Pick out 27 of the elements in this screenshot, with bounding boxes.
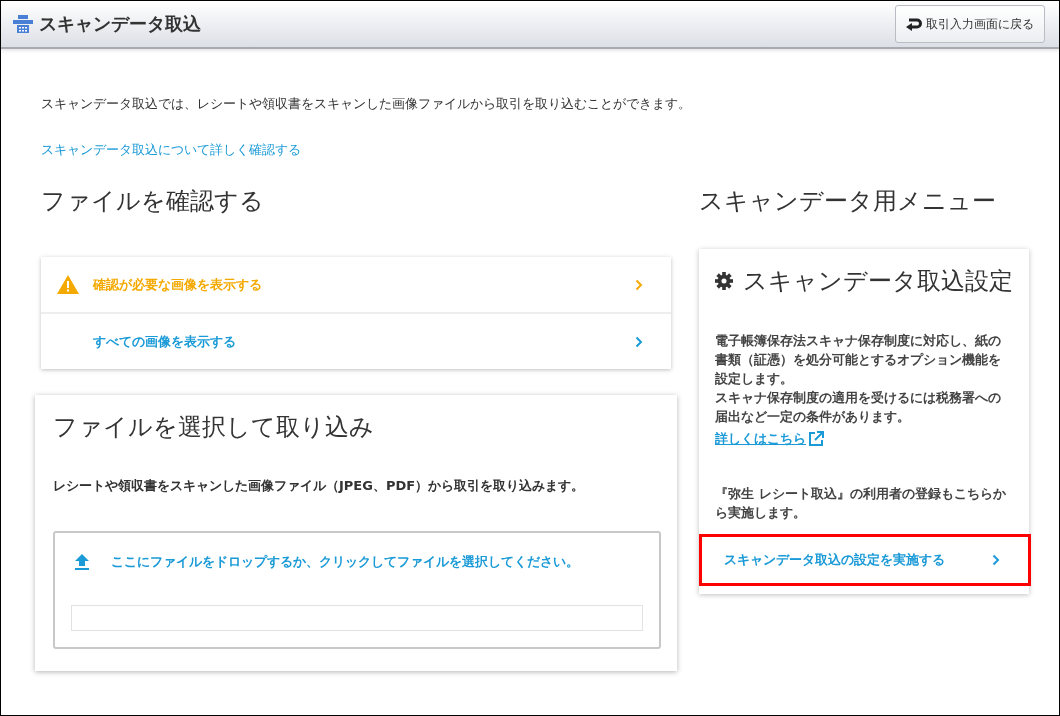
scanner-icon bbox=[13, 15, 33, 33]
page-title: スキャンデータ取込 bbox=[39, 12, 201, 36]
settings-action-link[interactable]: スキャンデータ取込の設定を実施する bbox=[699, 534, 1031, 586]
more-info-link[interactable]: 詳しくはこちら bbox=[715, 430, 824, 448]
list-item[interactable]: 確認が必要な画像を表示する bbox=[41, 257, 671, 312]
description-text: 電子帳簿保存法スキャナ保存制度に対応し、紙の書類（証憑）を処分可能とするオプション機能を設定します。 bbox=[714, 332, 1002, 388]
list-item[interactable]: すべての画像を表示する bbox=[41, 312, 671, 369]
settings-icon bbox=[715, 271, 733, 291]
upload-icon bbox=[75, 554, 89, 570]
card-title: スキャンデータ取込設定 bbox=[743, 266, 1013, 297]
warning-icon bbox=[57, 275, 79, 294]
card-heading: ファイルを選択して取り込み bbox=[53, 412, 375, 443]
description-text: レシートや領収書をスキャンした画像ファイル（JPEG、PDF）から取引を取り込みます。 bbox=[53, 477, 586, 495]
note-text: 『弥生 レシート取込』の利用者の登録もこちらから実施します。 bbox=[714, 485, 1007, 522]
description-text: スキャナ保存制度の適用を受けるには税務署への届出など一定の条件があります。 bbox=[714, 389, 1002, 426]
section-heading: スキャンデータ用メニュー bbox=[699, 186, 997, 217]
drop-zone[interactable]: ここにファイルをドロップするか、クリックしてファイルを選択してください。 bbox=[53, 531, 661, 649]
back-button[interactable]: 取引入力画面に戻る bbox=[895, 5, 1045, 43]
return-arrow-icon bbox=[906, 17, 922, 31]
details-link[interactable]: スキャンデータ取込について詳しく確認する bbox=[41, 141, 1027, 159]
intro-text: スキャンデータ取込では、レシートや領収書をスキャンした画像ファイルから取引を取り込むことができます。 bbox=[41, 95, 692, 113]
external-link-icon bbox=[808, 431, 824, 447]
section-heading: ファイルを確認する bbox=[41, 186, 265, 217]
chevron-right-icon bbox=[635, 335, 643, 348]
drop-instruction: ここにファイルをドロップするか、クリックしてファイルを選択してください。 bbox=[111, 553, 579, 571]
chevron-right-icon bbox=[992, 554, 1000, 566]
chevron-right-icon bbox=[635, 278, 643, 291]
